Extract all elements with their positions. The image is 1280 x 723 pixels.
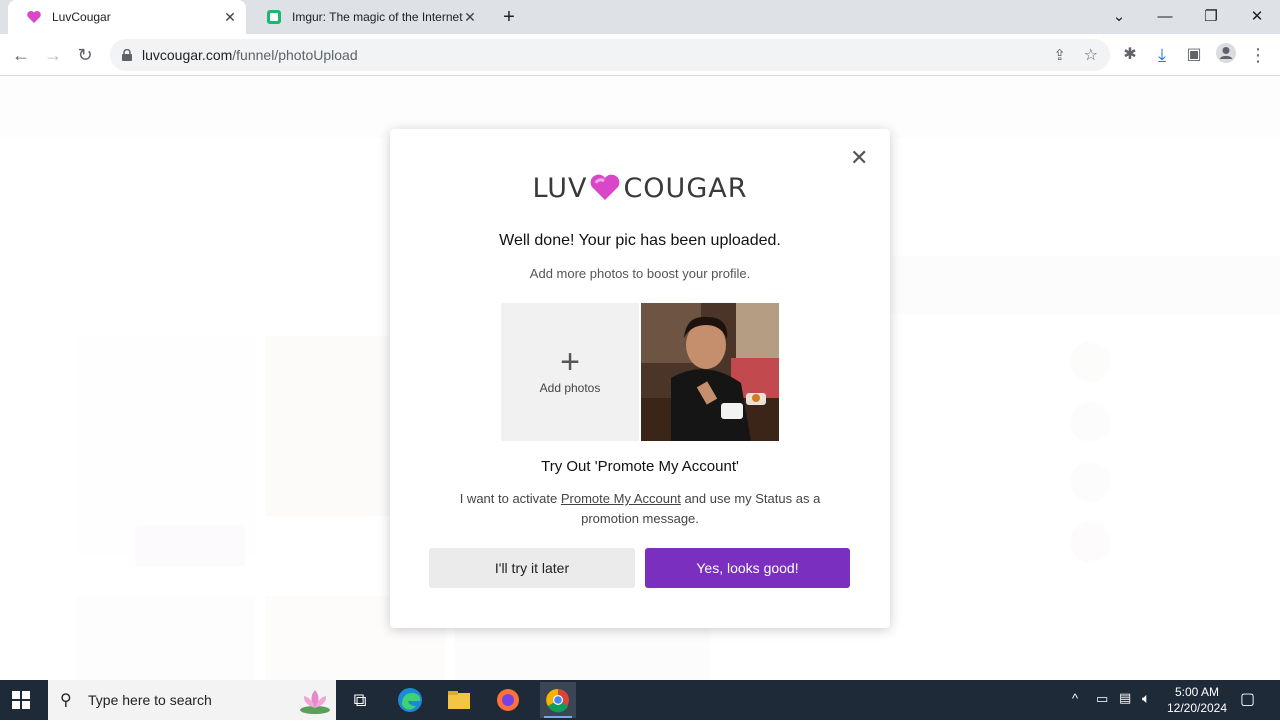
url-text: luvcougar.com/funnel/photoUpload <box>142 47 358 63</box>
taskbar-search-placeholder: Type here to search <box>88 692 212 708</box>
tab-title: Imgur: The magic of the Internet <box>292 10 463 24</box>
profile-avatar-icon[interactable] <box>1213 42 1239 68</box>
tab-title: LuvCougar <box>52 10 111 24</box>
clock-date: 12/20/2024 <box>1166 701 1228 715</box>
promo-description: I want to activate Promote My Account an… <box>440 489 840 529</box>
heart-logo-icon <box>589 173 621 208</box>
system-clock[interactable]: 5:00 AM 12/20/2024 <box>1162 684 1232 716</box>
close-tab-icon[interactable]: ✕ <box>222 9 238 25</box>
url-host: luvcougar.com <box>142 47 233 63</box>
search-icon: ⚲ <box>60 692 72 709</box>
forward-icon[interactable]: → <box>40 42 66 68</box>
modal-title: Well done! Your pic has been uploaded. <box>499 232 781 249</box>
tab-luvcougar[interactable]: LuvCougar ✕ <box>8 0 246 34</box>
url-path: /funnel/photoUpload <box>232 47 358 63</box>
taskbar-search-box[interactable]: ⚲ Type here to search <box>48 680 336 720</box>
close-tab-icon[interactable]: ✕ <box>462 9 478 25</box>
try-later-button[interactable]: I'll try it later <box>429 548 635 588</box>
edge-icon[interactable] <box>394 684 426 716</box>
menu-kebab-icon[interactable]: ⋮ <box>1245 42 1271 68</box>
share-icon[interactable]: ⇪ <box>1053 46 1066 64</box>
firefox-icon[interactable] <box>492 684 524 716</box>
clock-time: 5:00 AM <box>1174 685 1220 699</box>
show-hidden-icons-icon[interactable]: ^ <box>1072 691 1078 706</box>
promo-text-before: I want to activate <box>459 491 561 506</box>
add-photos-tile[interactable]: + Add photos <box>501 303 639 441</box>
extensions-icon[interactable]: ✱ <box>1117 42 1143 68</box>
add-photos-label: Add photos <box>539 381 601 395</box>
new-tab-icon[interactable]: + <box>496 4 522 30</box>
browser-toolbar: ← → ↻ luvcougar.com/funnel/photoUpload ⇪… <box>0 34 1280 76</box>
plus-icon: + <box>560 343 580 381</box>
tab-imgur[interactable]: Imgur: The magic of the Internet ✕ <box>248 0 486 34</box>
task-view-icon[interactable]: ⧉ <box>344 684 376 716</box>
lock-icon <box>122 48 132 61</box>
download-icon[interactable]: ⤓ <box>1149 42 1175 68</box>
confirm-button[interactable]: Yes, looks good! <box>645 548 850 588</box>
windows-taskbar: ⚲ Type here to search ⧉ ^ ▭ ▤ 🔈︎ 5:00 AM… <box>0 680 1280 720</box>
promote-my-account-link[interactable]: Promote My Account <box>561 491 681 506</box>
notification-center-icon[interactable]: ▢ <box>1240 689 1255 709</box>
modal-subtitle: Add more photos to boost your profile. <box>529 266 751 281</box>
device-icon[interactable]: ▭ <box>1096 691 1108 707</box>
close-icon[interactable]: ✕ <box>850 147 868 169</box>
windows-start-icon[interactable] <box>12 691 30 714</box>
back-icon[interactable]: ← <box>8 42 34 68</box>
lotus-search-highlight-icon <box>298 684 332 721</box>
maximize-icon[interactable]: ❐ <box>1198 4 1224 30</box>
upload-success-modal: ✕ LUV COUGAR Well done! Your pic has been… <box>390 129 890 628</box>
address-bar[interactable]: luvcougar.com/funnel/photoUpload ⇪ ☆ <box>110 39 1110 71</box>
side-panel-icon[interactable]: ▣ <box>1181 42 1207 68</box>
luvcougar-logo: LUV COUGAR <box>390 173 890 208</box>
heart-favicon-icon <box>26 9 42 25</box>
chrome-icon[interactable] <box>540 682 576 718</box>
network-icon[interactable]: ▤ <box>1119 690 1131 706</box>
file-explorer-icon[interactable] <box>443 684 475 716</box>
minimize-icon[interactable]: — <box>1152 4 1178 30</box>
browser-tab-bar: LuvCougar ✕ Imgur: The magic of the Inte… <box>0 0 1280 34</box>
imgur-favicon-icon <box>266 9 282 25</box>
tab-search-chevron-icon[interactable]: ⌄ <box>1106 4 1132 30</box>
reload-icon[interactable]: ↻ <box>72 42 98 68</box>
logo-text-left: LUV <box>532 173 588 204</box>
volume-icon[interactable]: 🔈︎ <box>1142 690 1150 707</box>
logo-text-right: COUGAR <box>623 173 748 204</box>
bookmark-star-icon[interactable]: ☆ <box>1084 45 1098 65</box>
close-window-icon[interactable]: ✕ <box>1244 4 1270 30</box>
promo-title: Try Out 'Promote My Account' <box>541 458 739 475</box>
uploaded-photo <box>641 303 779 441</box>
